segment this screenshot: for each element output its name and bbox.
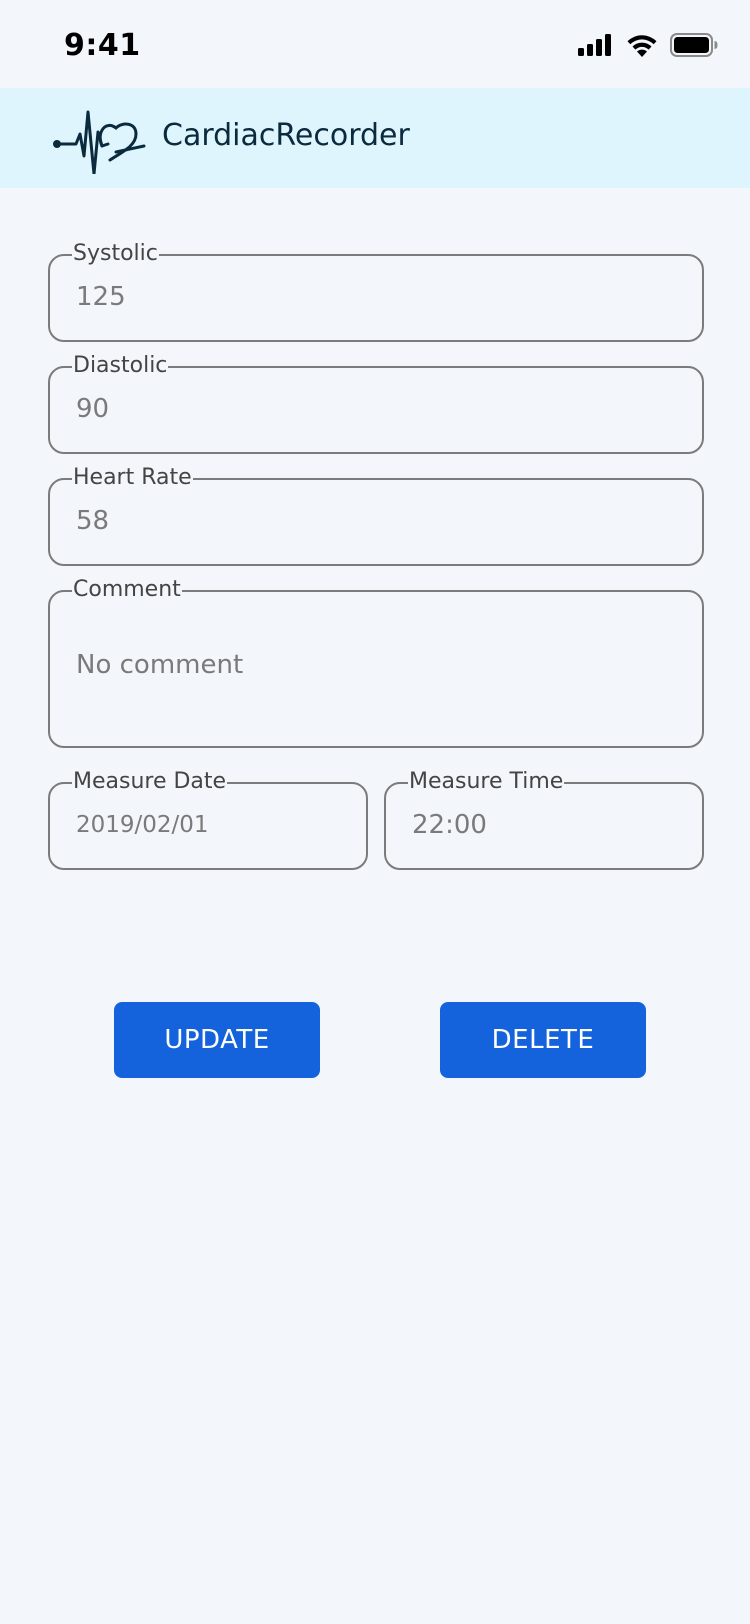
app-bar: CardiacRecorder (0, 88, 750, 188)
systolic-value[interactable]: 125 (76, 282, 126, 312)
status-icons (578, 33, 718, 61)
status-bar: 9:41 (0, 0, 750, 88)
wifi-icon (626, 33, 658, 61)
measure-time-label: Measure Time (408, 769, 565, 795)
diastolic-field[interactable]: Diastolic 90 (48, 353, 704, 454)
signal-icon (578, 34, 614, 60)
comment-field[interactable]: Comment No comment (48, 577, 704, 748)
diastolic-label: Diastolic (72, 353, 169, 379)
measure-date-label: Measure Date (72, 769, 228, 795)
measure-time-value[interactable]: 22:00 (412, 810, 487, 840)
delete-button[interactable]: DELETE (440, 1002, 646, 1078)
edit-record-screen: 9:41 CardiacRecorder Systolic 125 Diasto… (0, 0, 750, 1624)
app-title: CardiacRecorder (162, 118, 410, 153)
systolic-field[interactable]: Systolic 125 (48, 241, 704, 342)
measure-time-field[interactable]: Measure Time 22:00 (384, 769, 704, 870)
status-time: 9:41 (64, 28, 141, 63)
measure-date-value[interactable]: 2019/02/01 (76, 812, 209, 838)
battery-icon (670, 33, 718, 61)
heart-rate-label: Heart Rate (72, 465, 193, 491)
heart-rate-field[interactable]: Heart Rate 58 (48, 465, 704, 566)
heart-rate-value[interactable]: 58 (76, 506, 109, 536)
systolic-label: Systolic (72, 241, 159, 267)
measure-date-field[interactable]: Measure Date 2019/02/01 (48, 769, 368, 870)
update-button[interactable]: UPDATE (114, 1002, 320, 1078)
comment-label: Comment (72, 577, 182, 603)
heartbeat-logo-icon (52, 102, 148, 176)
comment-value[interactable]: No comment (76, 650, 243, 680)
diastolic-value[interactable]: 90 (76, 394, 109, 424)
